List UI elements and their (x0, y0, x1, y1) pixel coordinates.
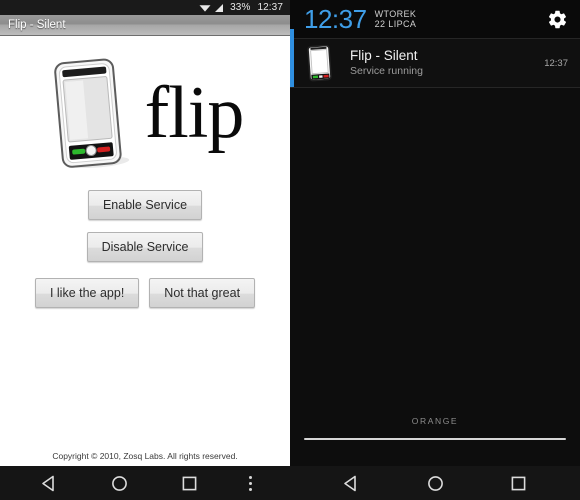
carrier-label: ORANGE (411, 416, 459, 426)
shade-header: 12:37 WTOREK 22 LIPCA (290, 0, 580, 38)
settings-button[interactable] (547, 9, 568, 30)
notification-list: Flip - Silent Service running 12:37 ORAN… (290, 29, 580, 466)
signal-icon (215, 3, 224, 12)
navigation-bar (0, 466, 290, 500)
gear-icon (548, 10, 567, 28)
app-title: Flip - Silent (8, 19, 66, 31)
overflow-menu-button[interactable] (237, 475, 263, 491)
wifi-icon (199, 4, 211, 12)
phone-icon (53, 58, 129, 169)
status-bar: 33% 12:37 (0, 0, 290, 15)
back-icon (344, 475, 356, 491)
home-button[interactable] (97, 466, 141, 500)
enable-service-button[interactable]: Enable Service (87, 190, 203, 220)
shade-weekday: WTOREK (374, 8, 417, 19)
app-screen: 33% 12:37 Flip - Silent flip Enable Serv… (0, 0, 290, 500)
back-button[interactable] (27, 466, 71, 500)
app-content: flip Enable Service Disable Service I li… (0, 36, 290, 466)
notification-time: 12:37 (544, 57, 568, 69)
back-button[interactable] (330, 466, 374, 500)
brand-logo: flip (0, 54, 290, 174)
notification-text: Flip - Silent Service running (350, 48, 423, 78)
like-app-button[interactable]: I like the app! (34, 278, 140, 308)
shade-drag-handle[interactable] (304, 438, 566, 440)
status-clock: 12:37 (257, 2, 283, 13)
notification-item[interactable]: Flip - Silent Service running 12:37 (290, 29, 580, 88)
back-icon (41, 475, 54, 491)
shade-date: 22 LIPCA (374, 19, 417, 29)
home-button[interactable] (413, 466, 457, 500)
overflow-menu-icon-dot2 (248, 481, 252, 485)
action-buttons: Enable Service Disable Service I like th… (34, 190, 256, 308)
feedback-buttons: I like the app! Not that great (34, 278, 256, 308)
copyright-text: Copyright © 2010, Zosq Labs. All rights … (52, 451, 238, 461)
recents-icon (182, 476, 196, 490)
disable-service-button[interactable]: Disable Service (86, 232, 204, 262)
shade-clock: 12:37 (304, 4, 367, 34)
navigation-bar (290, 466, 580, 500)
status-icons: 33% 12:37 (199, 2, 283, 13)
battery-percent: 33% (230, 2, 251, 13)
shade-date-block: WTOREK 22 LIPCA (375, 9, 417, 30)
notification-shade-screen: 12:37 WTOREK 22 LIPCA Flip - Silent Serv… (290, 0, 580, 500)
home-icon (111, 475, 127, 491)
recents-button[interactable] (167, 466, 211, 500)
overflow-menu-icon (248, 475, 252, 479)
notification-title: Flip - Silent (350, 48, 418, 63)
recents-icon (511, 476, 526, 490)
notification-subtitle: Service running (350, 64, 423, 77)
overflow-menu-icon-dot3 (248, 487, 252, 491)
home-icon (427, 475, 443, 491)
dual-screenshot: 33% 12:37 Flip - Silent flip Enable Serv… (0, 0, 580, 500)
not-great-button[interactable]: Not that great (149, 278, 256, 308)
logo-wordmark: flip (144, 72, 245, 155)
app-title-bar: Flip - Silent (0, 15, 290, 36)
notification-accent-bar (290, 29, 294, 87)
phone-icon (307, 44, 332, 82)
recents-button[interactable] (497, 466, 541, 500)
